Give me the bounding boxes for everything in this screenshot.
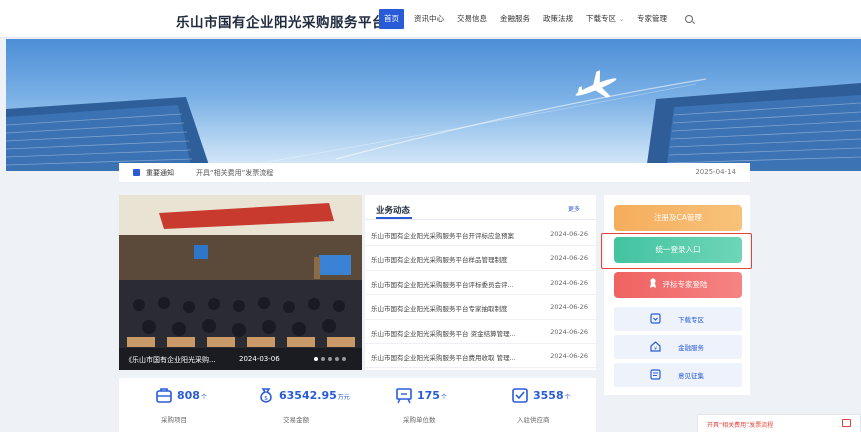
news-list: 乐山市国有企业阳光采购服务平台开评标应急预案 2024-06-26 乐山市国有企业… [365, 222, 596, 369]
message-icon[interactable] [842, 419, 851, 427]
side-link-label: 意见征集 [678, 372, 704, 380]
hero-banner [6, 39, 861, 171]
site-title[interactable]: 乐山市国有企业阳光采购服务平台 [176, 11, 386, 31]
carousel-caption-title[interactable]: 《乐山市国有企业阳光采购... [125, 355, 216, 365]
stat-unit: 个 [200, 394, 207, 401]
stat-label: 交易金额 [283, 416, 309, 424]
nav-expert[interactable]: 专家管理 [637, 12, 667, 26]
stat-amount: $ 63542.95万元 交易金额 [257, 386, 367, 430]
news-item[interactable]: 乐山市国有企业阳光采购服务平台开评标应急预案 2024-06-26 [365, 222, 596, 247]
stat-number: 63542.95 [279, 389, 337, 402]
supplier-icon [512, 388, 528, 403]
bag-icon [156, 388, 172, 403]
notice-date: 2025-04-14 [695, 168, 736, 176]
notice-label: 重要通知 [146, 169, 174, 177]
stat-unit: 个 [440, 394, 447, 401]
divider [365, 219, 596, 220]
carousel-caption: 《乐山市国有企业阳光采购... 2024-03-06 [119, 348, 362, 370]
notice-link[interactable]: 开具“相关费用”发票流程 [196, 168, 273, 178]
carousel-dots [314, 357, 349, 361]
ca-management-button[interactable]: 注册及CA管理 [614, 205, 742, 231]
news-item[interactable]: 乐山市国有企业阳光采购服务平台专家抽取制度 2024-06-26 [365, 295, 596, 320]
news-item[interactable]: 乐山市国有企业阳光采购服务平台费用收取 管理... 2024-06-26 [365, 344, 596, 369]
news-item-date: 2024-06-26 [550, 278, 588, 287]
business-news-panel: 业务动态 更多 乐山市国有企业阳光采购服务平台开评标应急预案 2024-06-26… [365, 195, 596, 370]
floating-tip[interactable]: 开具“相关费用”发票流程 [697, 414, 861, 432]
carousel-dot[interactable] [314, 357, 318, 361]
expert-badge-icon [649, 278, 656, 288]
news-item-title[interactable]: 乐山市国有企业阳光采购服务平台费用收取 管理... [371, 352, 545, 362]
stat-number: 3558 [533, 389, 564, 402]
news-item-title[interactable]: 乐山市国有企业阳光采购服务平台样品管理制度 [371, 254, 545, 264]
news-item-title[interactable]: 乐山市国有企业阳光采购服务平台专家抽取制度 [371, 303, 545, 313]
stat-value: 808个 [177, 389, 207, 402]
stat-value: 3558个 [533, 389, 571, 402]
side-link-label: 下载专区 [678, 316, 704, 324]
news-item-title[interactable]: 乐山市国有企业阳光采购服务平台评标委员会评... [371, 279, 545, 289]
notice-bar: 重要通知 开具“相关费用”发票流程 2025-04-14 [119, 163, 750, 183]
nav-news-center[interactable]: 资讯中心 [414, 12, 444, 26]
stat-number: 175 [417, 389, 440, 402]
nav-finance[interactable]: 金融服务 [500, 12, 530, 26]
notice-icon [133, 169, 140, 176]
svg-text:¥: ¥ [654, 346, 657, 352]
nav-download-label: 下载专区 [586, 13, 616, 23]
news-more-link[interactable]: 更多 [568, 204, 580, 213]
finance-icon: ¥ [650, 341, 661, 352]
stat-value: 63542.95万元 [279, 389, 350, 402]
banner-illustration [6, 70, 861, 171]
stats-bar: 808个 采购项目 $ 63542.95万元 交易金额 175个 采购单位数 3… [119, 378, 596, 432]
side-link-download[interactable]: 下载专区 [614, 307, 742, 331]
news-item-date: 2024-06-26 [550, 230, 588, 238]
main-nav: 首页 资讯中心 交易信息 金融服务 政策法规 下载专区 ⌄ 专家管理 [379, 0, 680, 38]
expert-login-button[interactable]: 评标专家登陆 [614, 272, 742, 298]
news-item-date: 2024-06-26 [550, 254, 588, 263]
quick-access-panel: 注册及CA管理 统一登录入口 评标专家登陆 下载专区 ¥ 金融服务 意见征集 [604, 195, 750, 395]
side-link-feedback[interactable]: 意见征集 [614, 363, 742, 387]
news-item[interactable]: 乐山市国有企业阳光采购服务平台评标委员会评... 2024-06-26 [365, 271, 596, 296]
news-item-title[interactable]: 乐山市国有企业阳光采购服务平台 资金结算管理... [371, 328, 545, 338]
feedback-icon [650, 369, 661, 380]
search-icon[interactable] [685, 15, 693, 23]
news-item[interactable]: 乐山市国有企业阳光采购服务平台样品管理制度 2024-06-26 [365, 246, 596, 271]
stat-label: 采购单位数 [403, 416, 436, 424]
chevron-down-icon: ⌄ [619, 15, 625, 23]
news-item-date: 2024-06-26 [550, 303, 588, 312]
stat-number: 808 [177, 389, 200, 402]
stat-label: 采购项目 [161, 416, 187, 424]
stat-buyers: 175个 采购单位数 [395, 386, 505, 430]
login-highlight-box [601, 233, 752, 269]
carousel-dot[interactable] [335, 357, 339, 361]
carousel-dot[interactable] [328, 357, 332, 361]
nav-trade-info[interactable]: 交易信息 [457, 12, 487, 26]
nav-policy[interactable]: 政策法规 [543, 12, 573, 26]
stat-projects: 808个 采购项目 [155, 386, 265, 430]
expert-login-label: 评标专家登陆 [662, 280, 708, 289]
top-header: 乐山市国有企业阳光采购服务平台 首页 资讯中心 交易信息 金融服务 政策法规 下… [0, 0, 861, 38]
stat-unit: 万元 [337, 394, 350, 401]
nav-home[interactable]: 首页 [379, 9, 404, 29]
news-item-title[interactable]: 乐山市国有企业阳光采购服务平台开评标应急预案 [371, 230, 545, 240]
side-link-label: 金融服务 [678, 344, 704, 352]
stat-value: 175个 [417, 389, 447, 402]
side-link-finance[interactable]: ¥ 金融服务 [614, 335, 742, 359]
photo-carousel[interactable]: 《乐山市国有企业阳光采购... 2024-03-06 [119, 195, 362, 370]
nav-download[interactable]: 下载专区 ⌄ [586, 12, 624, 27]
floating-tip-text[interactable]: 开具“相关费用”发票流程 [707, 420, 773, 429]
carousel-dot[interactable] [321, 357, 325, 361]
news-item-date: 2024-06-26 [550, 351, 588, 360]
stat-label: 入驻供应商 [517, 416, 550, 424]
building-icon [396, 388, 412, 404]
news-item-date: 2024-06-26 [550, 327, 588, 336]
news-item[interactable]: 乐山市国有企业阳光采购服务平台 资金结算管理... 2024-06-26 [365, 320, 596, 344]
money-bag-icon: $ [260, 388, 272, 403]
page: 乐山市国有企业阳光采购服务平台 首页 资讯中心 交易信息 金融服务 政策法规 下… [0, 0, 861, 432]
carousel-dot[interactable] [342, 357, 346, 361]
svg-text:$: $ [264, 395, 268, 402]
download-icon [650, 313, 661, 324]
stat-unit: 个 [564, 394, 571, 401]
news-panel-title[interactable]: 业务动态 [376, 204, 410, 216]
carousel-caption-date: 2024-03-06 [239, 355, 280, 363]
carousel-photo [119, 195, 362, 370]
